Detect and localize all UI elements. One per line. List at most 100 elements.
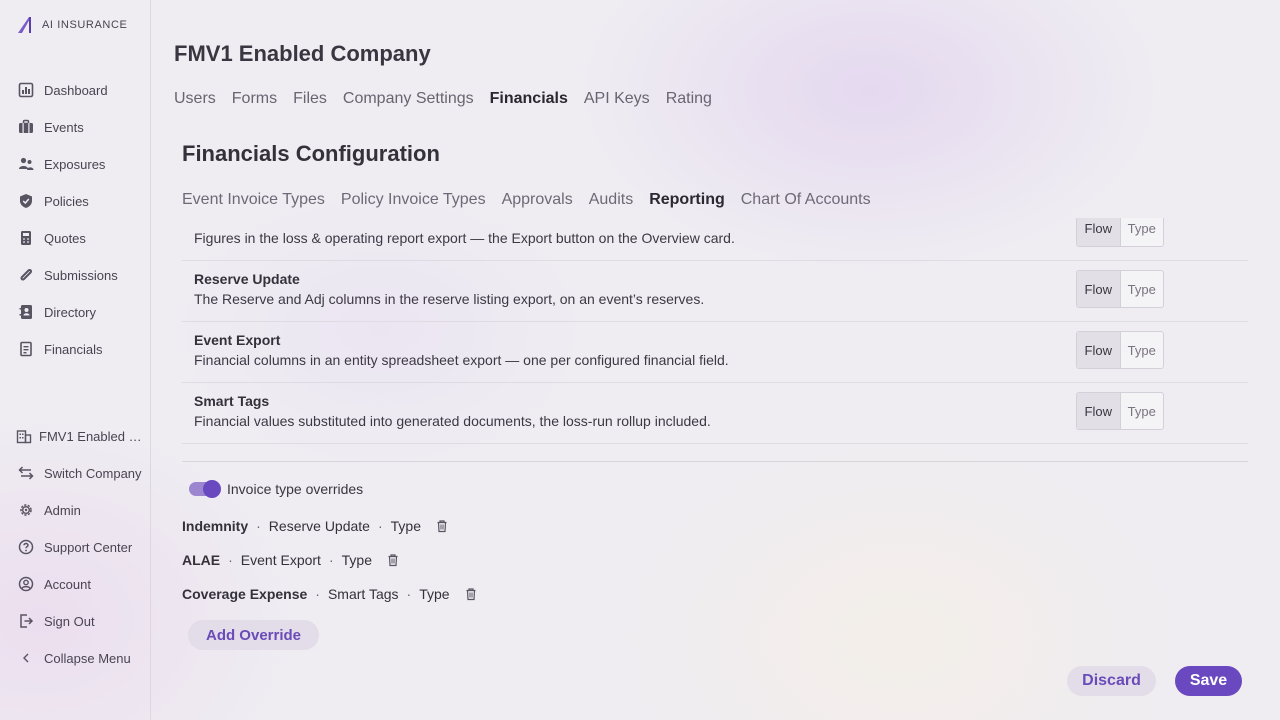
sidebar-item-sign-out[interactable]: Sign Out — [0, 609, 150, 633]
shield-icon — [18, 193, 34, 209]
trash-icon[interactable] — [435, 519, 449, 533]
subtab-chart-of-accounts[interactable]: Chart Of Accounts — [741, 191, 871, 209]
sidebar-item-dashboard[interactable]: Dashboard — [0, 78, 150, 102]
separator: · — [315, 586, 320, 602]
sidebar-item-directory[interactable]: Directory — [0, 300, 150, 324]
calculator-icon — [18, 230, 34, 246]
subtab-event-invoice-types[interactable]: Event Invoice Types — [182, 191, 325, 209]
sidebar-item-submissions[interactable]: Submissions — [0, 263, 150, 287]
tab-users[interactable]: Users — [174, 90, 216, 108]
override-target: Smart Tags — [327, 586, 399, 602]
type-option[interactable]: Type — [1121, 218, 1164, 246]
tab-rating[interactable]: Rating — [666, 90, 712, 108]
row-description: Financial columns in an entity spreadshe… — [194, 352, 729, 368]
briefcase-icon — [18, 119, 34, 135]
reporting-list[interactable]: Figures in the loss & operating report e… — [182, 218, 1248, 446]
sub-tabs: Event Invoice Types Policy Invoice Types… — [182, 191, 871, 209]
sidebar-item-account[interactable]: Account — [0, 572, 150, 596]
separator: · — [406, 586, 412, 602]
sidebar-item-label: Events — [44, 119, 84, 135]
contacts-icon — [18, 304, 34, 320]
toggle-knob — [203, 480, 221, 498]
sidebar-item-label: Account — [44, 576, 91, 592]
tab-files[interactable]: Files — [293, 90, 327, 108]
toggle-switch[interactable] — [189, 480, 221, 498]
override-target: Event Export — [240, 552, 321, 568]
flow-option[interactable]: Flow — [1077, 393, 1121, 429]
override-mode: Type — [341, 552, 372, 568]
trash-icon[interactable] — [386, 553, 400, 567]
override-mode: Type — [419, 586, 450, 602]
section-title: Financials Configuration — [182, 141, 440, 166]
sidebar-item-support-center[interactable]: Support Center — [0, 535, 150, 559]
override-name: Coverage Expense — [182, 586, 308, 602]
subtab-reporting[interactable]: Reporting — [649, 191, 725, 209]
save-button[interactable]: Save — [1175, 666, 1242, 696]
tab-company-settings[interactable]: Company Settings — [343, 90, 474, 108]
reporting-row: Figures in the loss & operating report e… — [182, 218, 1248, 261]
top-tabs: Users Forms Files Company Settings Finan… — [174, 90, 712, 108]
reporting-row: Smart Tags Financial values substituted … — [182, 383, 1248, 444]
flow-type-toggle: Flow Type — [1076, 218, 1164, 247]
sidebar-item-label: FMV1 Enabled Company — [39, 428, 145, 444]
trash-icon[interactable] — [464, 587, 478, 601]
app-logo[interactable]: AI INSURANCE — [16, 15, 127, 35]
sidebar-item-label: Dashboard — [44, 82, 108, 98]
flow-type-toggle: Flow Type — [1076, 331, 1164, 369]
row-description: Financial values substituted into genera… — [194, 413, 711, 429]
sidebar-item-policies[interactable]: Policies — [0, 189, 150, 213]
override-name: ALAE — [182, 552, 221, 568]
override-item: Indemnity · Reserve Update · Type — [182, 518, 449, 534]
type-option[interactable]: Type — [1121, 393, 1164, 429]
sidebar-item-label: Admin — [44, 502, 81, 518]
sidebar-item-exposures[interactable]: Exposures — [0, 152, 150, 176]
override-item: ALAE · Event Export · Type — [182, 552, 400, 568]
sidebar-item-switch-company[interactable]: Switch Company — [0, 461, 150, 485]
flow-type-toggle: Flow Type — [1076, 392, 1164, 430]
chevron-left-icon — [18, 650, 34, 666]
sidebar-item-collapse-menu[interactable]: Collapse Menu — [0, 646, 150, 670]
sidebar-item-label: Quotes — [44, 230, 86, 246]
swap-icon — [18, 465, 34, 481]
sidebar-item-quotes[interactable]: Quotes — [0, 226, 150, 250]
invoice-overrides-toggle[interactable]: Invoice type overrides — [189, 480, 364, 498]
flow-option[interactable]: Flow — [1077, 218, 1121, 246]
override-target: Reserve Update — [268, 518, 370, 534]
logo-text: AI INSURANCE — [42, 19, 128, 31]
override-item: Coverage Expense · Smart Tags · Type — [182, 586, 478, 602]
type-option[interactable]: Type — [1121, 271, 1164, 307]
row-description: The Reserve and Adj columns in the reser… — [194, 291, 705, 307]
reporting-row: Reserve Update The Reserve and Adj colum… — [182, 261, 1248, 322]
sidebar-item-events[interactable]: Events — [0, 115, 150, 139]
sidebar-item-label: Sign Out — [44, 613, 95, 629]
sidebar-item-label: Exposures — [44, 156, 106, 172]
reporting-row: Event Export Financial columns in an ent… — [182, 322, 1248, 383]
separator: · — [328, 552, 334, 568]
subtab-audits[interactable]: Audits — [589, 191, 633, 209]
sidebar-item-financials[interactable]: Financials — [0, 337, 150, 361]
type-option[interactable]: Type — [1121, 332, 1164, 368]
toggle-label: Invoice type overrides — [227, 481, 364, 497]
gear-icon — [18, 502, 34, 518]
subtab-policy-invoice-types[interactable]: Policy Invoice Types — [341, 191, 486, 209]
tab-forms[interactable]: Forms — [232, 90, 277, 108]
discard-button[interactable]: Discard — [1067, 666, 1156, 696]
page-title: FMV1 Enabled Company — [174, 41, 431, 66]
row-description: Figures in the loss & operating report e… — [194, 230, 735, 246]
subtab-approvals[interactable]: Approvals — [502, 191, 573, 209]
flow-option[interactable]: Flow — [1077, 332, 1121, 368]
sidebar-item-admin[interactable]: Admin — [0, 498, 150, 522]
flow-option[interactable]: Flow — [1077, 271, 1121, 307]
chart-icon — [18, 82, 34, 98]
sidebar-item-label: Policies — [44, 193, 89, 209]
sidebar-item-label: Support Center — [44, 539, 133, 555]
add-override-button[interactable]: Add Override — [188, 620, 319, 650]
tab-api-keys[interactable]: API Keys — [584, 90, 650, 108]
current-company[interactable]: FMV1 Enabled Company — [0, 424, 150, 448]
sign-out-icon — [18, 613, 34, 629]
separator: · — [377, 518, 383, 534]
users-icon — [18, 156, 34, 172]
tab-financials[interactable]: Financials — [490, 90, 568, 108]
override-name: Indemnity — [182, 518, 249, 534]
override-mode: Type — [390, 518, 421, 534]
